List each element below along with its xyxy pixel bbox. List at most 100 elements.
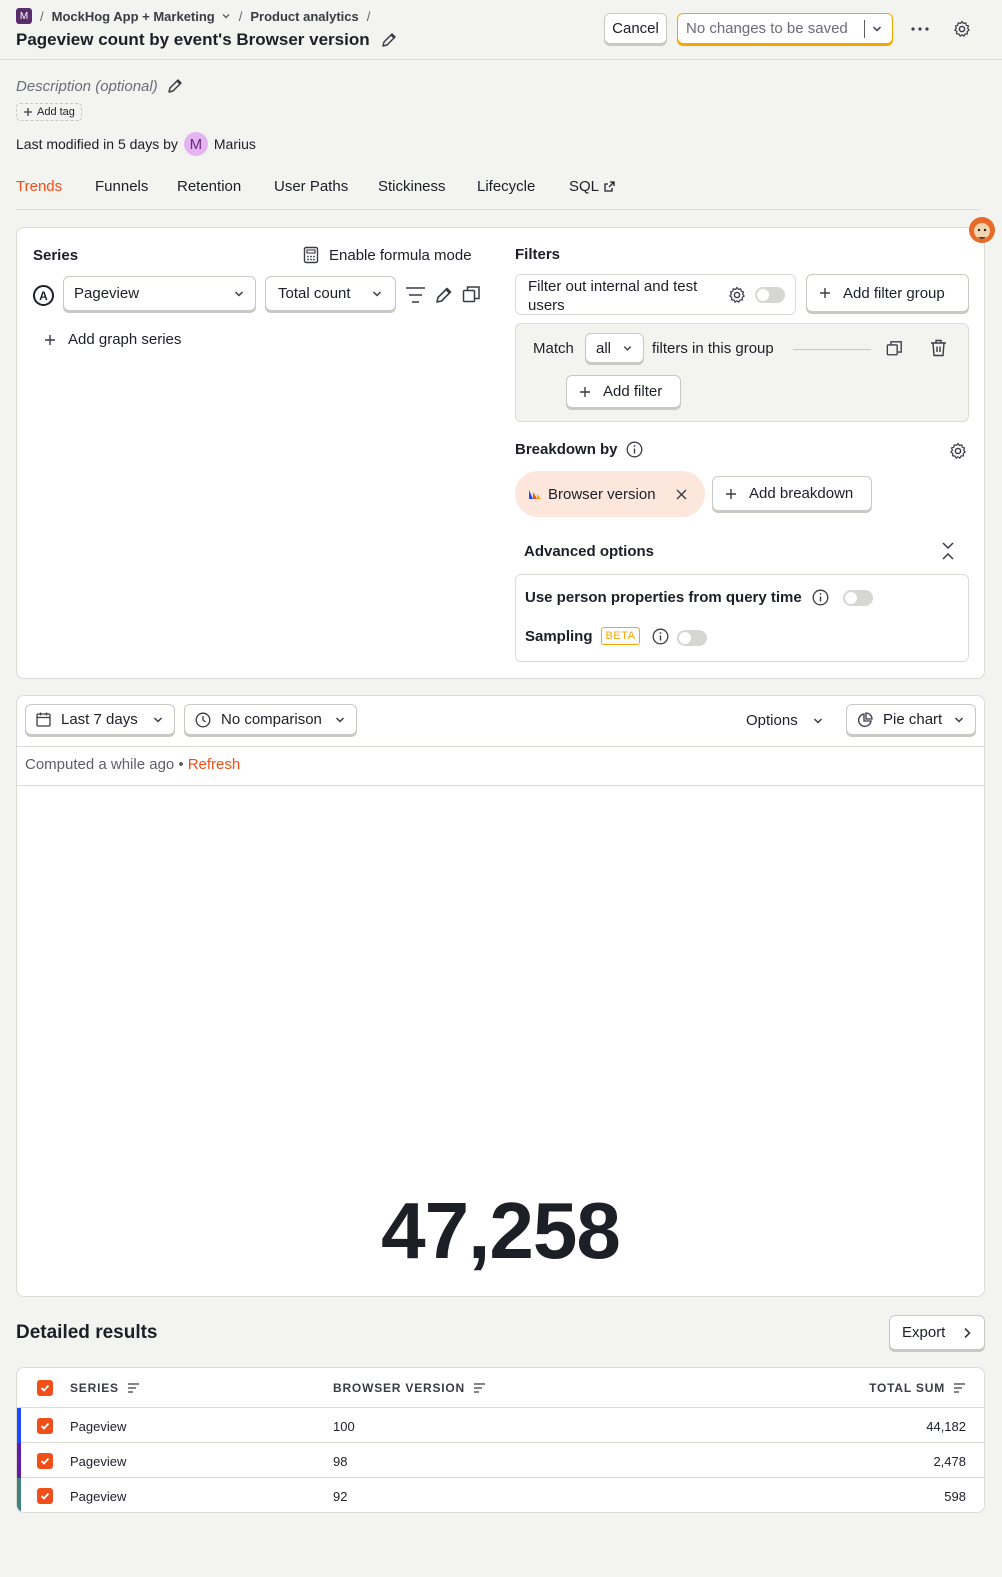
browser-version-cell: 92 [333, 1489, 348, 1504]
gear-icon[interactable] [728, 286, 746, 304]
add-tag-label: Add tag [37, 106, 75, 118]
internal-filter-box: Filter out internal and test users [515, 274, 796, 315]
tab-retention[interactable]: Retention [177, 178, 241, 195]
description-row[interactable]: Description (optional) [16, 77, 184, 95]
breakdown-heading-label: Breakdown by [515, 441, 618, 458]
duplicate-icon[interactable] [886, 340, 903, 357]
series-color-bar [17, 1443, 21, 1478]
export-button[interactable]: Export [889, 1315, 985, 1350]
external-link-icon [604, 181, 615, 192]
breadcrumb-separator: / [40, 8, 44, 24]
collapse-icon[interactable] [941, 541, 955, 561]
detailed-results-heading: Detailed results [16, 1322, 158, 1343]
breakdown-chip[interactable]: Browser version [515, 471, 705, 517]
chevron-down-icon [234, 290, 244, 297]
cancel-button[interactable]: Cancel [604, 13, 667, 44]
match-label: Match [533, 340, 574, 357]
column-header-label: TOTAL SUM [869, 1381, 945, 1395]
breadcrumb-separator: / [238, 8, 243, 24]
last-modified-text: Last modified in 5 days by [16, 136, 178, 152]
info-icon[interactable] [812, 589, 829, 606]
chevron-down-icon[interactable] [871, 23, 883, 35]
description-placeholder[interactable]: Description (optional) [16, 78, 158, 95]
internal-filter-toggle[interactable] [755, 287, 785, 303]
add-graph-series-button[interactable]: Add graph series [44, 331, 181, 348]
breadcrumb-project[interactable]: MockHog App + Marketing [52, 9, 231, 24]
chevron-down-icon [335, 716, 345, 723]
duplicate-icon[interactable] [462, 285, 481, 304]
column-header-label: BROWSER VERSION [333, 1381, 466, 1395]
gear-icon[interactable] [953, 20, 971, 38]
aggregation-select[interactable]: Total count [265, 276, 396, 311]
column-header-series[interactable]: SERIES [70, 1381, 140, 1395]
tab-funnels[interactable]: Funnels [95, 178, 148, 195]
user-name[interactable]: Marius [214, 136, 256, 152]
event-select[interactable]: Pageview [63, 276, 256, 311]
tab-stickiness[interactable]: Stickiness [378, 178, 446, 195]
row-checkbox[interactable] [37, 1453, 53, 1469]
tab-user-paths[interactable]: User Paths [274, 178, 348, 195]
options-label: Options [746, 712, 798, 729]
add-filter-group-button[interactable]: Add filter group [806, 274, 969, 312]
add-tag-button[interactable]: Add tag [16, 103, 82, 121]
options-button[interactable]: Options [746, 712, 824, 729]
plus-icon [820, 288, 830, 298]
date-range-select[interactable]: Last 7 days [25, 704, 175, 735]
chevron-right-icon [964, 1327, 971, 1338]
sort-icon [954, 1383, 965, 1393]
more-icon[interactable] [910, 22, 930, 36]
export-label: Export [902, 1324, 946, 1341]
pencil-icon[interactable] [380, 31, 398, 49]
formula-mode-button[interactable]: Enable formula mode [303, 246, 472, 264]
chart-type-select[interactable]: Pie chart [846, 704, 976, 735]
advanced-options-heading[interactable]: Advanced options [524, 543, 654, 560]
save-status-button[interactable]: No changes to be saved [677, 13, 893, 44]
row-checkbox[interactable] [37, 1418, 53, 1434]
header-divider [0, 59, 1002, 60]
add-breakdown-label: Add breakdown [749, 485, 854, 502]
breakdown-chip-label: Browser version [548, 485, 656, 503]
advanced-options-box [515, 574, 969, 662]
add-filter-group-label: Add filter group [843, 284, 945, 302]
gear-icon[interactable] [949, 442, 967, 460]
tab-sql[interactable]: SQL [569, 178, 616, 195]
column-header-browser-version[interactable]: BROWSER VERSION [333, 1381, 486, 1395]
beta-badge: BETA [600, 627, 641, 645]
trash-icon[interactable] [930, 339, 947, 357]
add-breakdown-button[interactable]: Add breakdown [712, 476, 872, 511]
pencil-icon[interactable] [434, 285, 454, 305]
tab-lifecycle[interactable]: Lifecycle [477, 178, 535, 195]
sampling-toggle[interactable] [677, 630, 707, 646]
select-all-checkbox[interactable] [37, 1380, 53, 1396]
results-table: SERIES BROWSER VERSION TOTAL SUM Pagevie… [16, 1367, 985, 1513]
browser-version-cell: 100 [333, 1419, 355, 1434]
column-header-total-sum[interactable]: TOTAL SUM [869, 1381, 966, 1395]
calendar-icon [36, 712, 51, 727]
person-properties-toggle[interactable] [843, 590, 873, 606]
comparison-select[interactable]: No comparison [184, 704, 357, 735]
row-checkbox[interactable] [37, 1488, 53, 1504]
cancel-label: Cancel [612, 20, 659, 37]
table-row: Pageview 92 598 [17, 1478, 984, 1512]
person-properties-label: Use person properties from query time [525, 589, 802, 606]
total-sum-cell: 44,182 [926, 1419, 966, 1434]
info-icon[interactable] [626, 441, 643, 458]
pencil-icon[interactable] [166, 77, 184, 95]
chart-type-value: Pie chart [883, 711, 943, 728]
add-filter-button[interactable]: Add filter [566, 375, 681, 408]
breadcrumb-section[interactable]: Product analytics [250, 9, 358, 24]
match-select[interactable]: all [585, 333, 644, 363]
table-header: SERIES BROWSER VERSION TOTAL SUM [17, 1368, 984, 1408]
total-value: 47,258 [381, 1186, 621, 1275]
filter-icon[interactable] [405, 286, 426, 304]
breadcrumb: M / MockHog App + Marketing / Product an… [16, 8, 370, 24]
plus-icon [45, 334, 55, 345]
chevron-down-icon [813, 717, 822, 724]
date-range-value: Last 7 days [61, 711, 138, 728]
hedgehog-icon[interactable] [967, 215, 997, 245]
refresh-link[interactable]: Refresh [188, 756, 241, 773]
add-graph-series-label: Add graph series [68, 331, 182, 348]
tab-trends[interactable]: Trends [16, 178, 62, 195]
close-icon[interactable] [676, 489, 687, 500]
info-icon[interactable] [652, 628, 669, 645]
